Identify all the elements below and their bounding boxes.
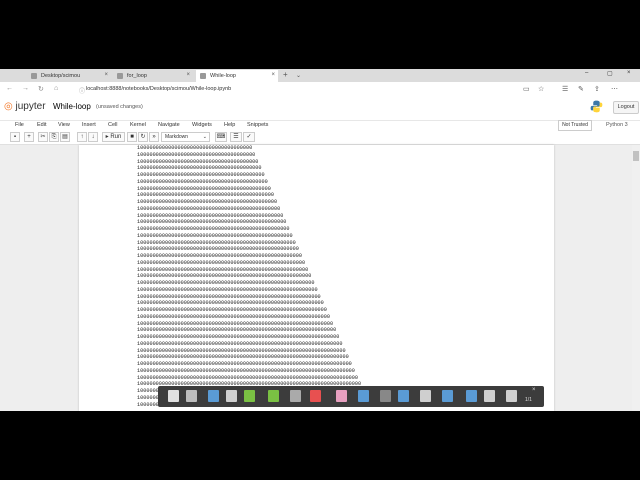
hand-tool-icon[interactable]	[186, 390, 197, 402]
menu-edit[interactable]: Edit	[37, 122, 46, 128]
menu-widgets[interactable]: Widgets	[192, 122, 212, 128]
address-bar: ← → ↻ ⌂ ⓘ localhost:8888/notebooks/Deskt…	[0, 82, 640, 99]
menu-bar: File Edit View Insert Cell Kernel Naviga…	[0, 120, 640, 131]
cell-type-value: Markdown	[165, 134, 189, 140]
kernel-indicator: Python 3	[606, 122, 628, 128]
menu-navigate[interactable]: Navigate	[158, 122, 180, 128]
tab-for-loop[interactable]: for_loop ×	[113, 70, 193, 82]
reading-view-icon[interactable]: ▭	[523, 85, 530, 93]
menu-snippets[interactable]: Snippets	[247, 122, 268, 128]
cursor-tool-icon[interactable]	[168, 390, 179, 402]
cut-icon[interactable]: ✂	[38, 132, 48, 142]
menu-kernel[interactable]: Kernel	[130, 122, 146, 128]
url-field[interactable]: localhost:8888/notebooks/Desktop/scimou/…	[86, 86, 231, 92]
pause-icon[interactable]	[466, 390, 477, 402]
refresh-icon[interactable]: ↻	[38, 85, 44, 93]
jupyter-header: ◎ jupyter While-loop (unsaved changes) L…	[0, 98, 640, 120]
close-icon[interactable]: ×	[532, 387, 536, 393]
close-icon[interactable]: ×	[186, 72, 190, 78]
maximize-button[interactable]: ▢	[607, 70, 613, 77]
eraser-icon[interactable]	[336, 390, 347, 402]
more-icon[interactable]: ⋯	[611, 85, 618, 93]
insert-cell-icon[interactable]: +	[24, 132, 34, 142]
chevron-down-icon: ⌄	[202, 134, 207, 140]
favorite-icon[interactable]: ☆	[538, 85, 544, 93]
floating-annotation-toolbar: × 1/1	[158, 386, 544, 407]
run-label: Run	[110, 134, 122, 140]
cell-type-select[interactable]: Markdown ⌄	[161, 132, 210, 142]
cell-output: 1000000000000000000000000000000000000 10…	[137, 145, 370, 408]
notebook-page: 1000000000000000000000000000000000000 10…	[79, 145, 554, 411]
move-down-icon[interactable]: ↓	[88, 132, 98, 142]
vertical-scrollbar[interactable]	[632, 145, 640, 411]
close-window-button[interactable]: ×	[627, 70, 631, 76]
new-tab-button[interactable]: +	[283, 70, 288, 79]
notebook-icon	[117, 73, 123, 79]
chevron-down-icon[interactable]: ⌄	[296, 72, 301, 79]
document-tool-icon[interactable]	[226, 390, 237, 402]
browser-window: Desktop/scimou × for_loop × While-loop ×…	[0, 69, 640, 411]
lasso-tool-icon[interactable]	[358, 390, 369, 402]
notebook-title[interactable]: While-loop	[53, 102, 91, 111]
screenshot-tool-icon[interactable]	[208, 390, 219, 402]
close-icon[interactable]: ×	[104, 72, 108, 78]
checkmark-icon[interactable]: ✓	[243, 132, 255, 142]
menu-cell[interactable]: Cell	[108, 122, 117, 128]
scrollbar-thumb[interactable]	[633, 151, 639, 161]
logo-text: jupyter	[15, 101, 46, 112]
whiteboard-icon[interactable]	[398, 390, 409, 402]
info-icon[interactable]: ⓘ	[79, 86, 85, 95]
tab-label: Desktop/scimou	[41, 73, 81, 79]
menu-file[interactable]: File	[15, 122, 24, 128]
tab-label: for_loop	[127, 73, 147, 79]
highlighter-icon[interactable]	[268, 390, 279, 402]
pointer-tool-icon[interactable]	[380, 390, 391, 402]
stop-icon[interactable]: ■	[127, 132, 137, 142]
python-logo-icon	[590, 100, 603, 113]
notes-icon[interactable]: ✎	[578, 85, 584, 93]
keyboard-icon[interactable]: ⌨	[215, 132, 227, 142]
folder-icon	[31, 73, 37, 79]
notebook-toolbar: ▪ + ✂ ⎘ ▤ ↑ ↓ ▸ Run ■ ↻ » Markdown ⌄ ⌨ ☰ …	[0, 131, 640, 145]
close-icon[interactable]: ×	[271, 72, 275, 78]
text-tool-icon[interactable]	[290, 390, 301, 402]
copy-icon[interactable]: ⎘	[49, 132, 59, 142]
page-indicator: 1/1	[525, 397, 532, 403]
notebook-area: 1000000000000000000000000000000000000 10…	[0, 145, 640, 411]
tab-while-loop[interactable]: While-loop ×	[196, 70, 278, 82]
list-icon[interactable]: ☰	[230, 132, 242, 142]
paste-icon[interactable]: ▤	[60, 132, 70, 142]
logout-button[interactable]: Logout	[613, 101, 639, 114]
home-icon[interactable]: ⌂	[54, 85, 58, 92]
shape-tool-icon[interactable]	[310, 390, 321, 402]
jupyter-logo[interactable]: ◎ jupyter	[4, 101, 46, 112]
pen-tool-icon[interactable]	[244, 390, 255, 402]
trusted-badge[interactable]: Not Trusted	[558, 120, 592, 131]
move-up-icon[interactable]: ↑	[77, 132, 87, 142]
line-tool-icon[interactable]	[420, 390, 431, 402]
save-status: (unsaved changes)	[96, 104, 143, 110]
forward-icon[interactable]: →	[22, 85, 29, 92]
restart-run-all-icon[interactable]: »	[149, 132, 159, 142]
favorites-hub-icon[interactable]: ☰	[562, 85, 568, 93]
window-icon[interactable]	[442, 390, 453, 402]
share-icon[interactable]: ⇪	[594, 85, 600, 93]
restart-icon[interactable]: ↻	[138, 132, 148, 142]
save-icon[interactable]: ▪	[10, 132, 20, 142]
run-button[interactable]: ▸ Run	[102, 132, 125, 142]
menu-insert[interactable]: Insert	[82, 122, 96, 128]
tab-strip: Desktop/scimou × for_loop × While-loop ×…	[0, 69, 640, 82]
back-icon[interactable]: ←	[6, 85, 13, 92]
notebook-icon	[200, 73, 206, 79]
user-icon[interactable]	[484, 390, 495, 402]
menu-view[interactable]: View	[58, 122, 70, 128]
tab-desktop-scimou[interactable]: Desktop/scimou ×	[27, 70, 111, 82]
menu-help[interactable]: Help	[224, 122, 235, 128]
minimize-button[interactable]: –	[585, 70, 588, 76]
settings-icon[interactable]	[506, 390, 517, 402]
tab-label: While-loop	[210, 73, 236, 79]
